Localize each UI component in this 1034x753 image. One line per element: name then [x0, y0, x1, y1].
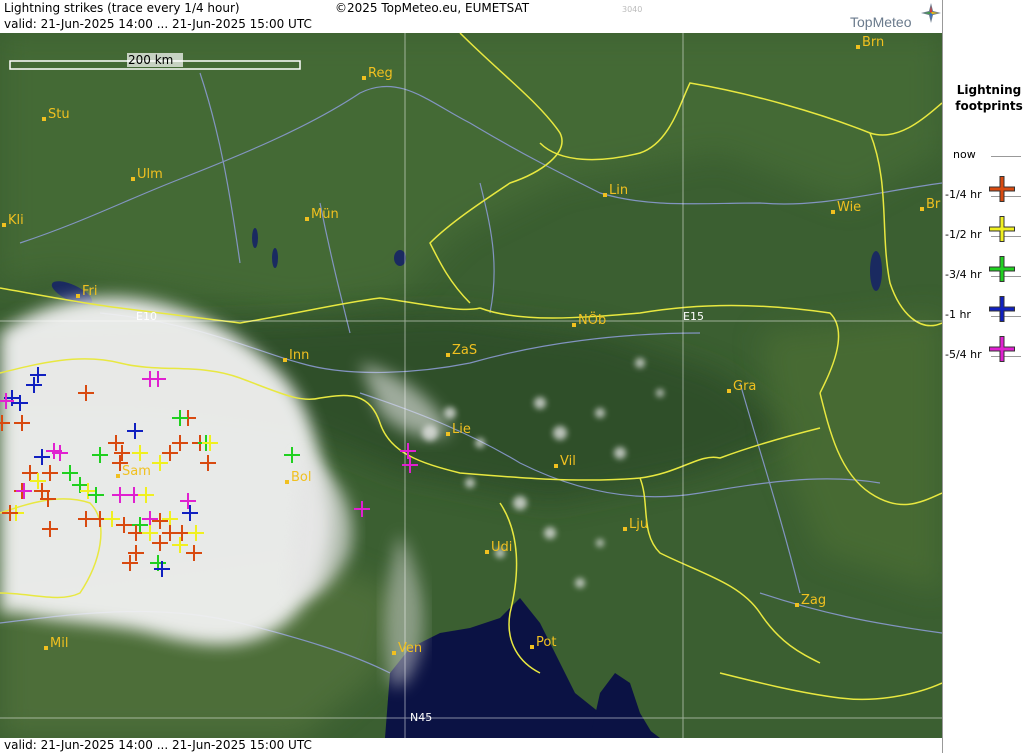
city-sam: Sam [116, 464, 151, 479]
city-label: Vil [560, 454, 576, 469]
city-dot [623, 527, 627, 531]
city-label: Brn [862, 35, 884, 50]
valid-time-bottom: valid: 21-Jun-2025 14:00 ... 21-Jun-2025… [4, 738, 312, 752]
city-dot [795, 603, 799, 607]
legend-label: -1 hr [945, 308, 971, 321]
legend-cross-icon [989, 336, 1015, 362]
city-dot [603, 193, 607, 197]
city-dot [131, 177, 135, 181]
footer-bar: valid: 21-Jun-2025 14:00 ... 21-Jun-2025… [0, 738, 942, 753]
city-label: Kli [8, 213, 24, 228]
city-dot [446, 432, 450, 436]
city-label: Inn [289, 348, 309, 363]
legend-cross-icon [989, 216, 1015, 242]
city-dot [727, 389, 731, 393]
city-dot [572, 323, 576, 327]
lake-ammersee [252, 228, 258, 248]
header-bar: Lightning strikes (trace every 1/4 hour)… [0, 0, 942, 33]
city-dot [305, 217, 309, 221]
lake-neusiedl [870, 251, 882, 291]
valid-time-top: valid: 21-Jun-2025 14:00 ... 21-Jun-2025… [4, 17, 312, 31]
city-label: Sam [122, 464, 151, 479]
city-dot [831, 210, 835, 214]
city-label: Udi [491, 540, 512, 555]
city-label: Mün [311, 207, 339, 222]
city-dot [446, 353, 450, 357]
city-dot [283, 358, 287, 362]
city-dot [116, 474, 120, 478]
satellite-map[interactable]: E10 E15 N45 200 km Brn Reg Stu Ulm Lin Kli Mün… [0, 33, 942, 738]
city-label: Ulm [137, 167, 163, 182]
city-dot [44, 646, 48, 650]
grid-label-e10: E10 [136, 310, 157, 323]
city-label: Pot [536, 635, 556, 650]
city-label: Lie [452, 422, 471, 437]
city-label: Mil [50, 636, 68, 651]
legend-cross-icon [989, 176, 1015, 202]
city-label: Bol [291, 470, 311, 485]
city-dot [2, 223, 6, 227]
city-label: NÖb [578, 311, 606, 328]
city-label: Wie [837, 200, 861, 215]
legend-label: -5/4 hr [945, 348, 982, 361]
city-dot [285, 480, 289, 484]
legend-cross-icon [989, 296, 1015, 322]
city-label: Lju [629, 517, 648, 532]
city-dot [856, 45, 860, 49]
lake-chiemsee [394, 250, 406, 266]
city-label: Lin [609, 183, 628, 198]
map-title: Lightning strikes (trace every 1/4 hour) [4, 1, 240, 15]
city-label: Ven [398, 641, 422, 656]
city-dot [362, 76, 366, 80]
city-label: Zag [801, 593, 826, 608]
city-label: Reg [368, 66, 393, 81]
city-label: Gra [733, 379, 756, 394]
city-dot [42, 117, 46, 121]
city-label: ZaS [452, 343, 477, 358]
legend-label: -1/2 hr [945, 228, 982, 241]
legend-tick [991, 156, 1021, 157]
city-mün: Mün [305, 207, 339, 222]
city-label: Fri [82, 284, 98, 299]
city-nöb: NÖb [572, 311, 606, 328]
topmeteo-logo: TopMeteo [850, 14, 912, 30]
scale-bar-label: 200 km [128, 53, 173, 67]
grid-label-n45: N45 [410, 711, 432, 724]
city-dot [76, 294, 80, 298]
grid-label-e15: E15 [683, 310, 704, 323]
legend-title-line2: footprints [955, 99, 1023, 113]
legend-label: now [953, 148, 976, 161]
city-label: Stu [48, 107, 70, 122]
city-dot [485, 550, 489, 554]
legend-panel: Lightning footprints now -1/4 hr -1/2 hr -3… [942, 0, 1034, 753]
lake-starnberg [272, 248, 278, 268]
city-dot [392, 651, 396, 655]
legend-title-line1: Lightning [956, 83, 1022, 97]
city-dot [554, 464, 558, 468]
copyright-text: ©2025 TopMeteo.eu, EUMETSAT [335, 1, 530, 15]
legend-title: Lightning footprints [943, 82, 1034, 114]
compass-star-icon [921, 3, 941, 23]
legend-label: -3/4 hr [945, 268, 982, 281]
city-label: Br [926, 197, 941, 212]
legend-label: -1/4 hr [945, 188, 982, 201]
image-code: 3040 [622, 5, 643, 14]
map-canvas: E10 E15 N45 200 km Brn Reg Stu Ulm Lin Kli Mün… [0, 33, 942, 738]
city-dot [530, 645, 534, 649]
city-dot [920, 207, 924, 211]
legend-cross-icon [989, 256, 1015, 282]
